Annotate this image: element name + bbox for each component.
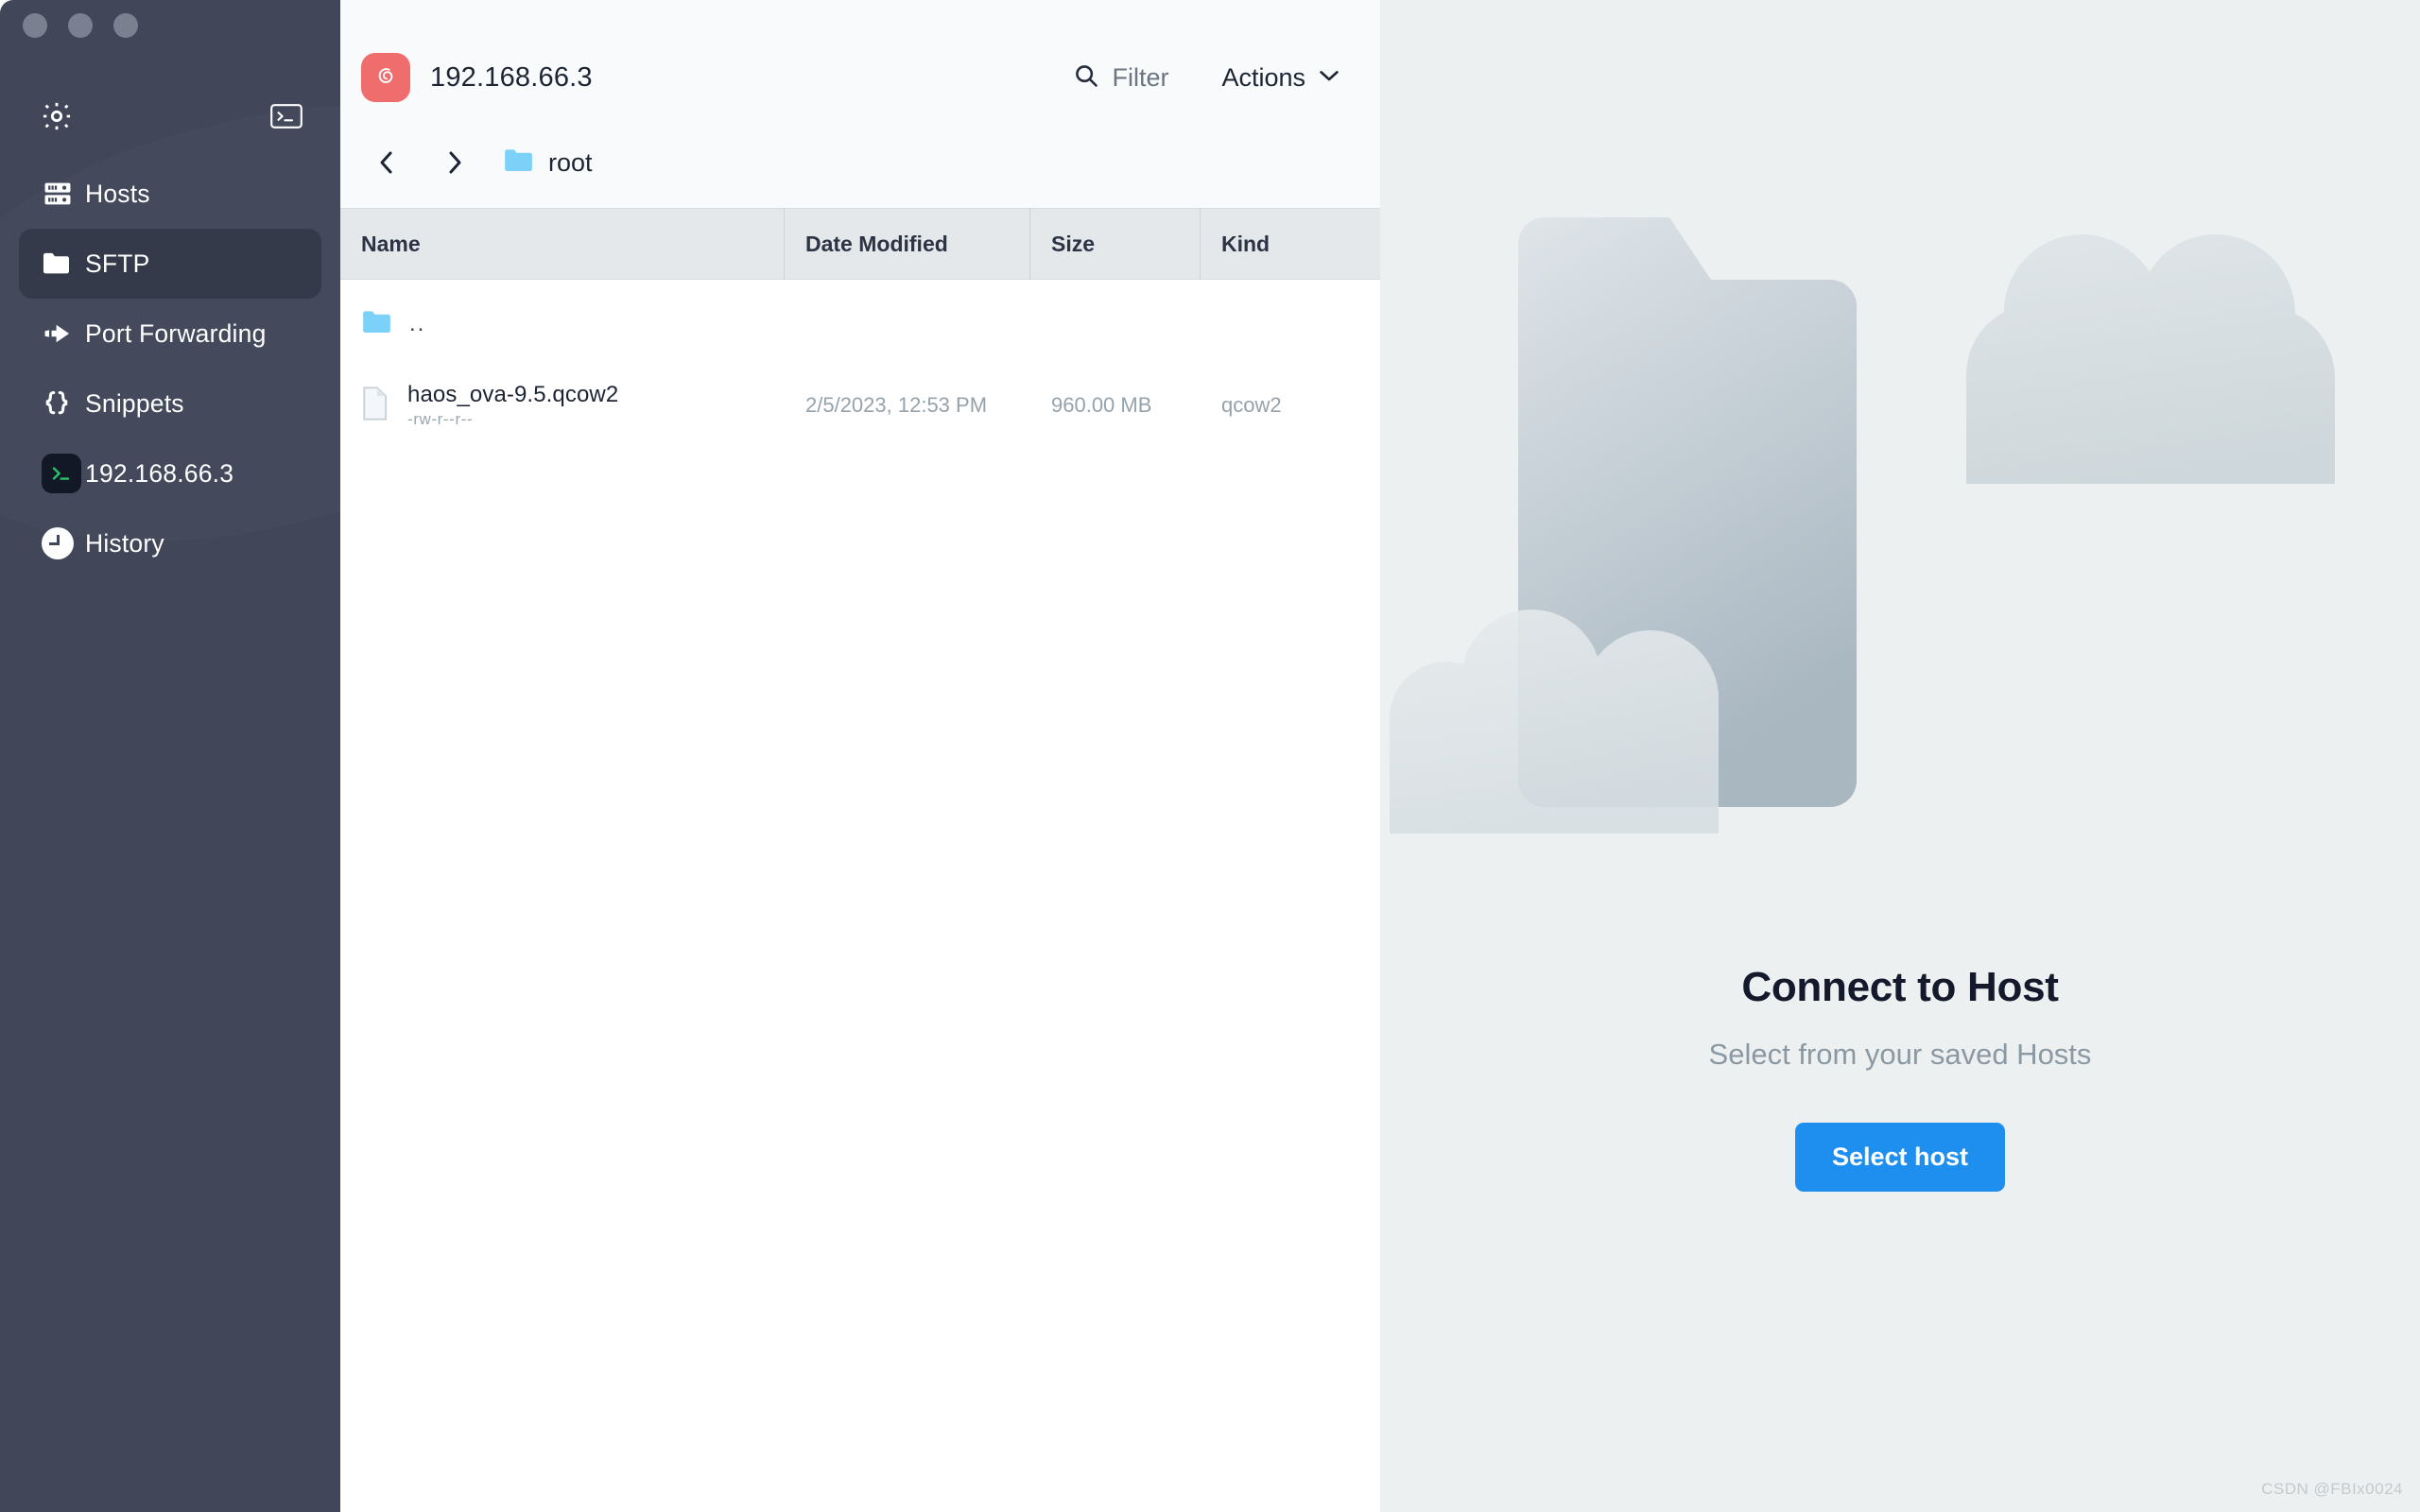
file-icon (361, 386, 391, 426)
actions-dropdown[interactable]: Actions (1221, 63, 1340, 93)
file-table-header: Name Date Modified Size Kind (340, 208, 1380, 280)
column-header-size[interactable]: Size (1030, 208, 1201, 280)
sidebar-item-port-forwarding[interactable]: Port Forwarding (19, 299, 321, 369)
sidebar-item-snippets[interactable]: Snippets (19, 369, 321, 438)
select-host-button[interactable]: Select host (1795, 1123, 2005, 1192)
file-name-stack: haos_ova-9.5.qcow2 -rw-r--r-- (407, 382, 618, 429)
filter-label: Filter (1112, 63, 1168, 93)
sidebar-item-label: Hosts (85, 180, 150, 209)
file-name-cell: .. (340, 309, 785, 340)
sftp-panel: 192.168.66.3 Filter Actions (340, 0, 1380, 1512)
sidebar-item-label: History (85, 529, 164, 558)
window-traffic-lights (23, 13, 138, 38)
sidebar-item-host-192-168-66-3[interactable]: 192.168.66.3 (19, 438, 321, 508)
file-kind-cell: qcow2 (1201, 393, 1380, 418)
search-icon (1073, 62, 1099, 94)
watermark: CSDN @FBIx0024 (2261, 1480, 2403, 1499)
sftp-title-row: 192.168.66.3 Filter Actions (340, 47, 1380, 108)
sidebar-item-label: Port Forwarding (85, 319, 267, 349)
file-name-cell: haos_ova-9.5.qcow2 -rw-r--r-- (340, 382, 785, 429)
close-button[interactable] (23, 13, 47, 38)
terminal-prompt-icon (42, 454, 81, 493)
empty-state-subtitle: Select from your saved Hosts (1709, 1038, 2092, 1072)
file-list: .. haos_ova-9.5.qcow2 -rw-r (340, 293, 1380, 435)
debian-logo-icon (361, 53, 410, 102)
folder-icon (42, 251, 81, 276)
file-size-cell: 960.00 MB (1030, 393, 1201, 418)
sidebar-item-label: Snippets (85, 389, 184, 419)
folder-with-clouds-illustration (1380, 0, 2420, 850)
sidebar-nav: Hosts SFTP Port Forwarding (0, 159, 340, 578)
sidebar-item-label: SFTP (85, 249, 150, 279)
sftp-host-title: 192.168.66.3 (430, 62, 593, 94)
sidebar: Hosts SFTP Port Forwarding (0, 0, 340, 1512)
file-date-cell: 2/5/2023, 12:53 PM (785, 393, 1030, 418)
breadcrumb: root (340, 132, 1380, 193)
arrow-forward-icon (42, 320, 81, 347)
chevron-left-icon[interactable] (365, 141, 408, 184)
sidebar-top-icons (0, 99, 340, 133)
folder-icon (361, 309, 393, 340)
file-permissions-label: -rw-r--r-- (407, 410, 618, 429)
table-row[interactable]: .. (340, 293, 1380, 355)
clock-icon (42, 527, 81, 559)
column-header-date-modified[interactable]: Date Modified (785, 208, 1030, 280)
sidebar-item-hosts[interactable]: Hosts (19, 159, 321, 229)
filter-button[interactable]: Filter (1073, 62, 1168, 94)
sftp-header: 192.168.66.3 Filter Actions (340, 0, 1380, 208)
sftp-header-actions: Filter Actions (1073, 62, 1380, 94)
empty-state: Connect to Host Select from your saved H… (1380, 964, 2420, 1192)
chevron-down-icon (1318, 68, 1340, 88)
breadcrumb-item-root[interactable]: root (503, 147, 593, 179)
connect-host-panel: Connect to Host Select from your saved H… (1380, 0, 2420, 1512)
table-row[interactable]: haos_ova-9.5.qcow2 -rw-r--r-- 2/5/2023, … (340, 376, 1380, 435)
minimize-button[interactable] (68, 13, 93, 38)
parent-directory-label: .. (409, 311, 425, 337)
page-title: Connect to Host (1741, 964, 2058, 1011)
maximize-button[interactable] (113, 13, 138, 38)
chevron-right-icon[interactable] (433, 141, 476, 184)
actions-label: Actions (1221, 63, 1305, 93)
column-header-name[interactable]: Name (340, 208, 785, 280)
gear-icon[interactable] (40, 99, 74, 133)
server-rack-icon (42, 178, 81, 210)
file-name-label: haos_ova-9.5.qcow2 (407, 382, 618, 408)
curly-braces-icon (42, 389, 81, 418)
terminal-icon[interactable] (270, 104, 302, 129)
app-window: Hosts SFTP Port Forwarding (0, 0, 2420, 1512)
column-header-kind[interactable]: Kind (1201, 208, 1380, 280)
sidebar-item-history[interactable]: History (19, 508, 321, 578)
sidebar-item-sftp[interactable]: SFTP (19, 229, 321, 299)
breadcrumb-label: root (548, 148, 593, 178)
folder-icon (503, 147, 535, 179)
sidebar-item-label: 192.168.66.3 (85, 459, 233, 489)
